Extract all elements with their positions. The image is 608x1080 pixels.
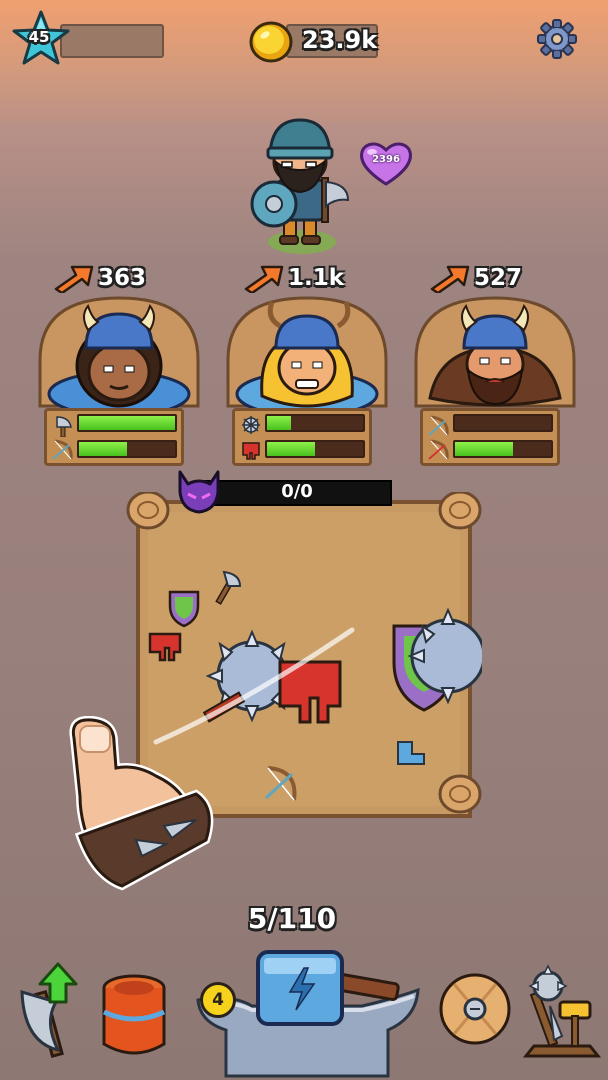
axe-upgrade-button[interactable] <box>14 962 90 1062</box>
xp-bar <box>60 24 164 58</box>
stat-fill <box>79 416 175 430</box>
stat-fill <box>267 442 315 456</box>
stat-fill <box>79 442 127 456</box>
stat-bar <box>265 414 365 432</box>
stat-fill <box>267 416 291 430</box>
coin-amount: 23.9k <box>302 26 378 54</box>
barrel-button[interactable] <box>98 972 170 1062</box>
coin-icon <box>249 21 293 63</box>
enemy-viking[interactable] <box>240 118 370 260</box>
forge-level-badge: 4 <box>200 982 236 1018</box>
bow-icon <box>52 439 73 460</box>
bow-icon <box>428 415 449 436</box>
hero-stats <box>44 408 184 466</box>
enemy-hp: 2396 <box>372 154 400 165</box>
axe-icon <box>56 416 72 437</box>
mace-icon <box>242 416 260 434</box>
armor-icon <box>242 442 260 460</box>
demon-icon <box>178 470 220 514</box>
level-number: 45 <box>28 28 50 46</box>
hero-stats <box>420 408 560 466</box>
stat-bar <box>453 414 553 432</box>
stat-bar <box>265 440 365 458</box>
hero-card-1[interactable]: 363 <box>34 262 204 468</box>
weapon-upgrade-button[interactable] <box>520 962 604 1060</box>
stat-bar <box>77 414 177 432</box>
forge-counter: 5/110 <box>247 902 337 935</box>
gear-icon[interactable] <box>536 18 578 60</box>
hero-stats <box>232 408 372 466</box>
hero-card-3[interactable]: 527 <box>410 262 580 468</box>
tutorial-hand <box>69 716 214 891</box>
hero-card-2[interactable]: 1.1k <box>222 262 392 468</box>
bow-icon <box>428 439 449 460</box>
shield-button[interactable] <box>436 966 514 1052</box>
wave-progress-text: 0/0 <box>281 481 313 502</box>
stat-bar <box>453 440 553 458</box>
stat-bar <box>77 440 177 458</box>
stat-fill <box>455 442 513 456</box>
